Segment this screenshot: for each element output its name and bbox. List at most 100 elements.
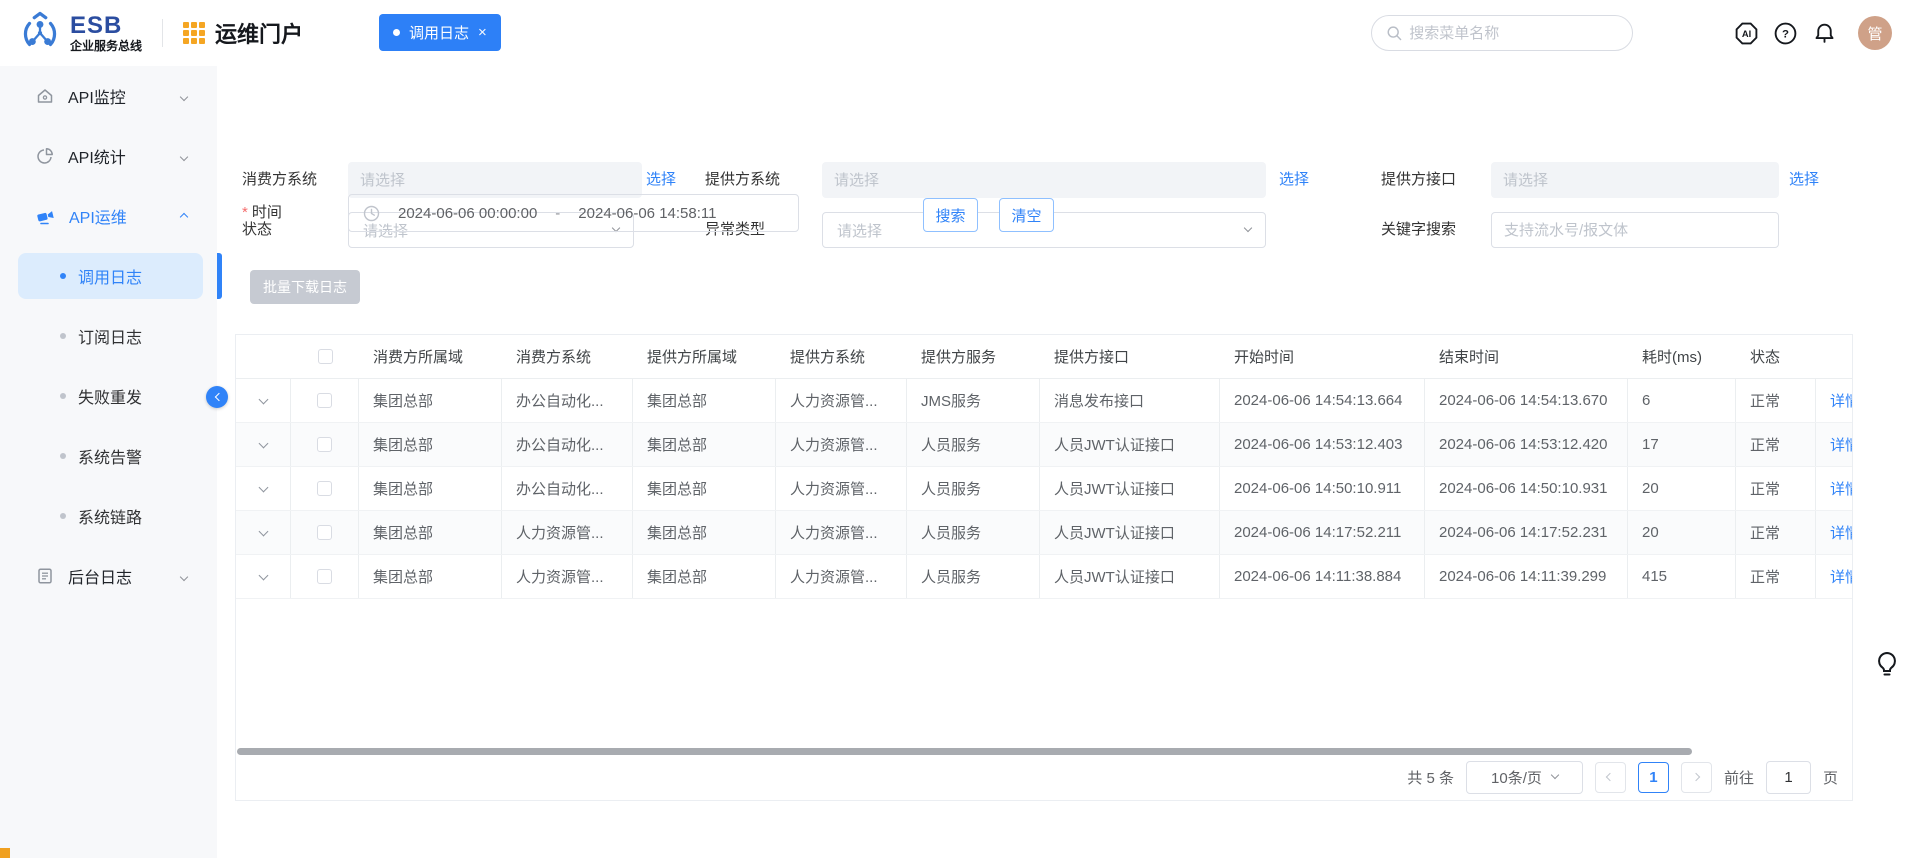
help-icon[interactable]: ? (1772, 20, 1798, 46)
batch-download-button[interactable]: 批量下载日志 (250, 270, 360, 304)
cell-end-time: 2024-06-06 14:11:39.299 (1425, 555, 1628, 598)
provider-system-choose-link[interactable]: 选择 (1279, 162, 1309, 198)
col-end-time: 结束时间 (1439, 349, 1500, 366)
ai-assistant-icon[interactable]: AI (1733, 20, 1759, 46)
tab-active-dot (393, 29, 400, 36)
sidebar-item-api-monitor[interactable]: API监控 (0, 66, 217, 126)
sidebar-item-api-statistics[interactable]: API统计 (0, 126, 217, 186)
detail-link[interactable]: 详情 (1830, 522, 1852, 543)
chevron-down-icon (258, 570, 268, 580)
cell-provider-service: 人员服务 (907, 511, 1040, 554)
sidebar-item-label: API监控 (68, 90, 126, 107)
provider-interface-label: 提供方接口 (1381, 171, 1457, 188)
prev-page-button[interactable] (1594, 761, 1626, 793)
select-all-checkbox[interactable] (291, 335, 359, 378)
keyword-input[interactable] (1491, 212, 1779, 248)
home-icon (37, 89, 53, 103)
cell-provider-domain: 集团总部 (633, 555, 776, 598)
col-consumer-domain: 消费方所属域 (373, 349, 464, 366)
cell-duration: 20 (1628, 511, 1736, 554)
tab-close-icon[interactable]: × (478, 25, 487, 40)
time-range-picker[interactable]: 2024-06-06 00:00:00 - 2024-06-06 14:58:1… (348, 194, 799, 232)
hint-lightbulb-icon[interactable] (1874, 650, 1900, 685)
esb-logo: ESB 企业服务总线 (18, 11, 142, 55)
grid-icon (183, 22, 206, 44)
provider-system-input[interactable] (822, 162, 1266, 198)
row-expand-button[interactable] (236, 511, 291, 554)
expand-column-header (236, 335, 291, 378)
page-size-select[interactable]: 10条/页 (1465, 760, 1583, 794)
cell-start-time: 2024-06-06 14:11:38.884 (1220, 555, 1425, 598)
cell-provider-system: 人力资源管... (776, 423, 907, 466)
sidebar-nav: API监控 API统计 API运维 调用日志 订阅日志 失败重发 系统告警 系统… (0, 66, 217, 858)
goto-page-input[interactable] (1765, 760, 1811, 794)
consumer-system-choose-link[interactable]: 选择 (646, 162, 676, 198)
chevron-left-icon (1606, 772, 1615, 782)
chevron-left-icon (214, 392, 223, 402)
cell-provider-domain: 集团总部 (633, 423, 776, 466)
next-page-button[interactable] (1680, 761, 1712, 793)
user-avatar[interactable]: 管 (1858, 16, 1892, 50)
row-checkbox[interactable] (291, 423, 359, 466)
chevron-down-icon (179, 572, 189, 582)
cell-consumer-system: 人力资源管... (502, 511, 633, 554)
clear-button[interactable]: 清空 (999, 198, 1054, 232)
sidebar-subitem-failure-retry[interactable]: 失败重发 (0, 366, 217, 426)
time-start-value: 2024-06-06 00:00:00 (398, 204, 538, 222)
row-checkbox[interactable] (291, 511, 359, 554)
row-expand-button[interactable] (236, 379, 291, 422)
row-checkbox[interactable] (291, 467, 359, 510)
cell-duration: 6 (1628, 379, 1736, 422)
cell-provider-system: 人力资源管... (776, 511, 907, 554)
sidebar-item-api-operations[interactable]: API运维 (0, 186, 217, 246)
table-header-row: 消费方所属域 消费方系统 提供方所属域 提供方系统 提供方服务 提供方接口 开始… (236, 335, 1852, 379)
notification-bell-icon[interactable] (1811, 20, 1837, 46)
detail-link[interactable]: 详情 (1830, 434, 1852, 455)
cell-provider-service: 人员服务 (907, 467, 1040, 510)
sidebar-subitem-call-logs[interactable]: 调用日志 (0, 246, 217, 306)
bullet-dot-icon (60, 453, 66, 459)
top-header: ESB 企业服务总线 运维门户 调用日志 × 搜索菜单名称 AI ? 管 (0, 0, 1908, 66)
cell-provider-service: 人员服务 (907, 555, 1040, 598)
sidebar-subitem-subscription-logs[interactable]: 订阅日志 (0, 306, 217, 366)
search-button[interactable]: 搜索 (923, 198, 978, 232)
detail-link[interactable]: 详情 (1830, 566, 1852, 587)
consumer-system-input[interactable] (348, 162, 642, 198)
provider-system-label: 提供方系统 (705, 171, 781, 188)
avatar-text: 管 (1867, 25, 1883, 43)
cell-consumer-system: 办公自动化... (502, 423, 633, 466)
sidebar-subitem-system-trace[interactable]: 系统链路 (0, 486, 217, 546)
cell-end-time: 2024-06-06 14:50:10.931 (1425, 467, 1628, 510)
current-page-button[interactable]: 1 (1637, 761, 1669, 793)
exception-type-select-placeholder: 请选择 (837, 222, 883, 240)
row-expand-button[interactable] (236, 555, 291, 598)
provider-interface-choose-link[interactable]: 选择 (1789, 162, 1819, 198)
horizontal-scrollbar[interactable] (237, 748, 1692, 755)
sidebar-item-backend-logs[interactable]: 后台日志 (0, 546, 217, 606)
row-expand-button[interactable] (236, 423, 291, 466)
cell-duration: 20 (1628, 467, 1736, 510)
menu-search-input[interactable] (1409, 24, 1618, 42)
col-consumer-system: 消费方系统 (516, 349, 592, 366)
time-separator: - (555, 204, 561, 222)
chevron-down-icon (258, 526, 268, 536)
table-row: 集团总部 办公自动化... 集团总部 人力资源管... 人员服务 人员JWT认证… (236, 467, 1852, 511)
logo-subtitle: 企业服务总线 (70, 39, 143, 54)
detail-link[interactable]: 详情 (1830, 390, 1852, 411)
cell-provider-system: 人力资源管... (776, 379, 907, 422)
provider-interface-input[interactable] (1491, 162, 1779, 198)
chevron-right-icon (1692, 772, 1701, 782)
sidebar-subitem-system-alerts[interactable]: 系统告警 (0, 426, 217, 486)
col-duration: 耗时(ms) (1642, 349, 1702, 366)
detail-link[interactable]: 详情 (1830, 478, 1852, 499)
cell-provider-domain: 集团总部 (633, 379, 776, 422)
cell-status: 正常 (1736, 555, 1816, 598)
cell-status: 正常 (1736, 423, 1816, 466)
sidebar-item-label: 后台日志 (68, 570, 133, 587)
sidebar-collapse-button[interactable] (206, 386, 228, 408)
row-checkbox[interactable] (291, 379, 359, 422)
chevron-down-icon (258, 438, 268, 448)
row-expand-button[interactable] (236, 467, 291, 510)
tab-call-logs[interactable]: 调用日志 × (379, 14, 501, 51)
row-checkbox[interactable] (291, 555, 359, 598)
